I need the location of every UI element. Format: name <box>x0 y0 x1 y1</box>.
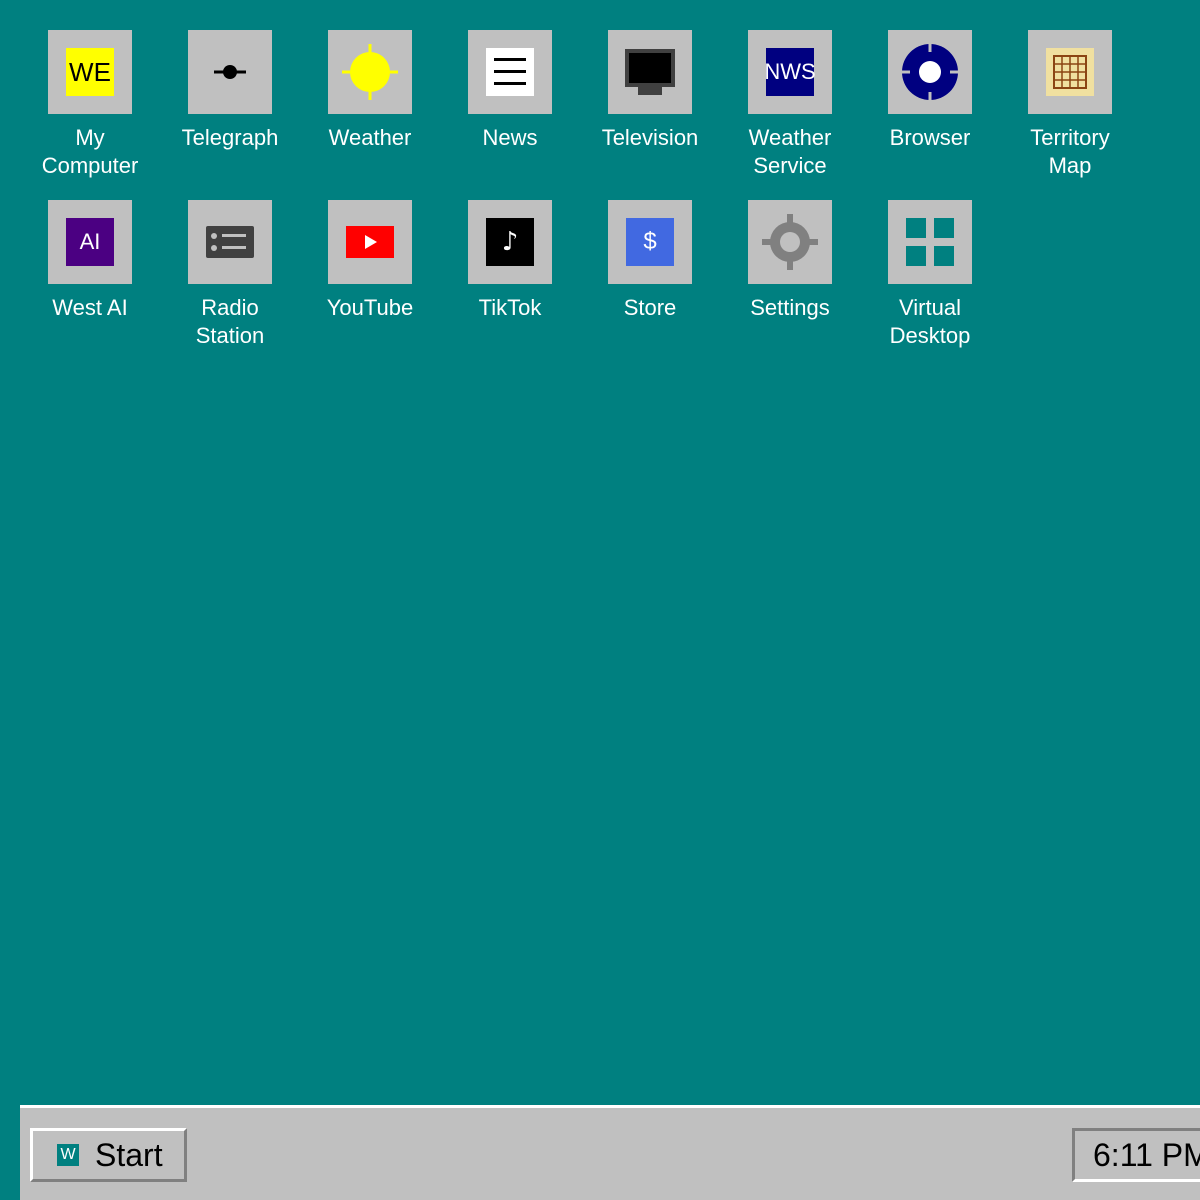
icon-label: West AI <box>20 294 160 322</box>
icon-label: News <box>440 124 580 152</box>
my-computer-glyph: WE <box>66 48 114 96</box>
windows-grid-icon <box>906 218 954 266</box>
desktop: WE My Computer Telegraph Weather News Te… <box>0 0 1200 1105</box>
icon-label-line: Desktop <box>889 323 971 348</box>
icon-label-line: Virtual <box>899 295 961 320</box>
settings-icon <box>748 200 832 284</box>
telegraph-key-icon <box>214 65 246 79</box>
icon-label-line: Radio <box>201 295 259 320</box>
newspaper-icon <box>486 48 534 96</box>
icon-label-line: Store <box>623 295 677 320</box>
icon-label: Radio Station <box>160 294 300 350</box>
icon-label: Settings <box>720 294 860 322</box>
taskbar-clock: 6:11 PM <box>1072 1128 1200 1182</box>
icon-label-line: Computer <box>41 153 139 178</box>
desktop-icon-youtube[interactable]: YouTube <box>300 200 440 322</box>
icon-label-line: Territory <box>1030 125 1110 150</box>
my-computer-icon: WE <box>48 30 132 114</box>
icon-label-line: News <box>482 125 538 150</box>
desktop-icon-west-ai[interactable]: AI West AI <box>20 200 160 322</box>
play-button-icon <box>346 226 394 258</box>
desktop-icon-store[interactable]: $ Store <box>580 200 720 322</box>
icon-label: My Computer <box>20 124 160 180</box>
ai-glyph: AI <box>66 218 114 266</box>
youtube-icon <box>328 200 412 284</box>
icon-label: TikTok <box>440 294 580 322</box>
icon-label-line: Weather <box>748 125 832 150</box>
start-logo-icon: W <box>57 1144 79 1166</box>
icon-label: Television <box>580 124 720 152</box>
icon-label-line: Map <box>1048 153 1092 178</box>
gear-icon <box>762 214 818 270</box>
icon-label: YouTube <box>300 294 440 322</box>
desktop-icon-weather-service[interactable]: NWS Weather Service <box>720 30 860 180</box>
icon-label: Weather Service <box>720 124 860 180</box>
icon-label-line: Telegraph <box>181 125 279 150</box>
television-icon <box>608 30 692 114</box>
map-grid-icon <box>1046 48 1094 96</box>
icon-label-line: Station <box>195 323 265 348</box>
icon-label-line: West AI <box>52 295 128 320</box>
west-ai-icon: AI <box>48 200 132 284</box>
icon-label-line: Settings <box>750 295 830 320</box>
icon-label: Weather <box>300 124 440 152</box>
news-icon <box>468 30 552 114</box>
dollar-icon: $ <box>626 218 674 266</box>
start-label: Start <box>95 1136 163 1173</box>
territory-map-icon <box>1028 30 1112 114</box>
radio-station-icon <box>188 200 272 284</box>
tiktok-icon: ♪ <box>468 200 552 284</box>
browser-icon <box>888 30 972 114</box>
desktop-icon-telegraph[interactable]: Telegraph <box>160 30 300 152</box>
icon-label-line: Television <box>601 125 699 150</box>
icon-label: Telegraph <box>160 124 300 152</box>
desktop-icon-territory-map[interactable]: Territory Map <box>1000 30 1140 180</box>
nws-glyph: NWS <box>764 48 816 96</box>
icon-label-line: Service <box>753 153 827 178</box>
desktop-icon-my-computer[interactable]: WE My Computer <box>20 30 160 180</box>
weather-service-icon: NWS <box>748 30 832 114</box>
icon-label-line: My <box>75 125 105 150</box>
taskbar: W Start 6:11 PM <box>20 1105 1200 1200</box>
icon-label: Store <box>580 294 720 322</box>
tv-screen-icon <box>625 49 675 95</box>
desktop-icon-weather[interactable]: Weather <box>300 30 440 152</box>
desktop-icon-radio-station[interactable]: Radio Station <box>160 200 300 350</box>
desktop-icon-settings[interactable]: Settings <box>720 200 860 322</box>
desktop-icon-television[interactable]: Television <box>580 30 720 152</box>
start-button[interactable]: W Start <box>30 1128 187 1182</box>
icon-label: Browser <box>860 124 1000 152</box>
desktop-icon-virtual-desktop[interactable]: Virtual Desktop <box>860 200 1000 350</box>
weather-icon <box>328 30 412 114</box>
sun-icon <box>342 44 398 100</box>
virtual-desktop-icon <box>888 200 972 284</box>
globe-icon <box>902 44 958 100</box>
telegraph-icon <box>188 30 272 114</box>
icon-label-line: TikTok <box>478 295 542 320</box>
desktop-icon-news[interactable]: News <box>440 30 580 152</box>
icon-label-line: Weather <box>328 125 412 150</box>
icon-label-line: YouTube <box>326 295 414 320</box>
radio-icon <box>206 226 254 258</box>
music-note-icon: ♪ <box>486 218 534 266</box>
desktop-icon-tiktok[interactable]: ♪ TikTok <box>440 200 580 322</box>
icon-label: Virtual Desktop <box>860 294 1000 350</box>
icon-label-line: Browser <box>889 125 971 150</box>
store-icon: $ <box>608 200 692 284</box>
icon-label: Territory Map <box>1000 124 1140 180</box>
desktop-icon-browser[interactable]: Browser <box>860 30 1000 152</box>
